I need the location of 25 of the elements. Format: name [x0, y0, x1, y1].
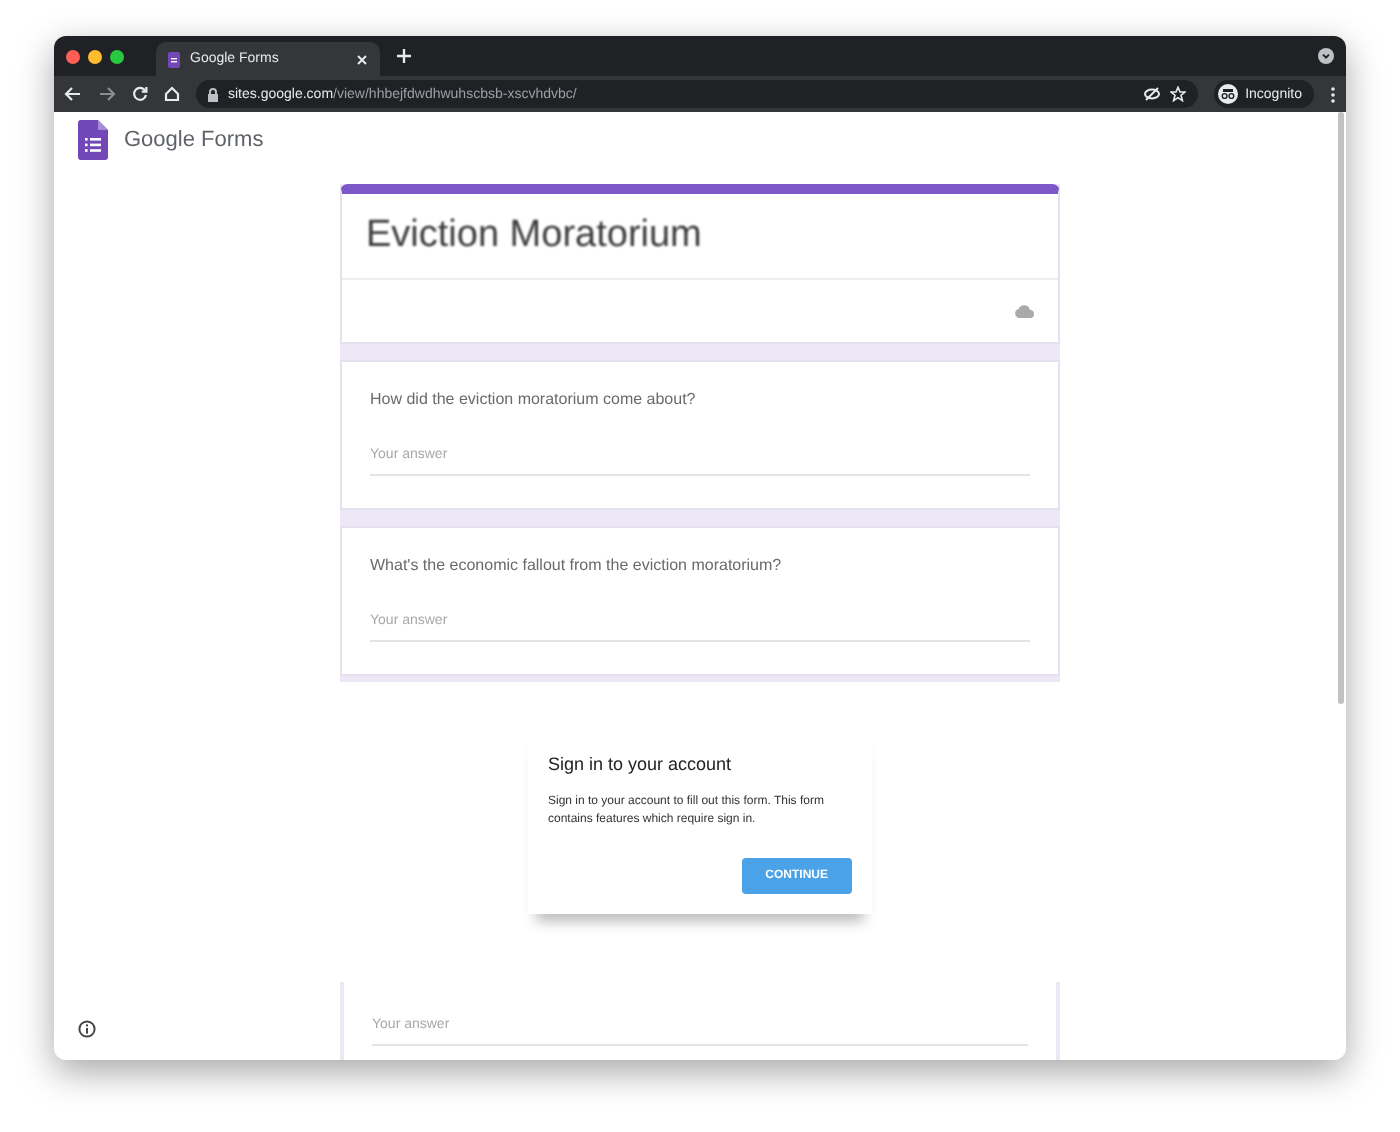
- menu-icon[interactable]: [1330, 85, 1336, 103]
- dialog-title: Sign in to your account: [548, 754, 734, 774]
- scrollbar[interactable]: [1338, 112, 1344, 704]
- cloud-icon: [1014, 304, 1034, 318]
- reload-icon[interactable]: [132, 86, 148, 102]
- app-name: Google Forms: [124, 128, 264, 152]
- forms-logo-icon: [78, 120, 108, 160]
- tab-search-icon[interactable]: [1318, 48, 1334, 64]
- star-icon[interactable]: [1169, 86, 1186, 102]
- lock-icon: [208, 87, 218, 101]
- question-text: What's the economic fallout from the eviction moratorium?: [370, 556, 784, 574]
- maximize-window-button[interactable]: [110, 49, 124, 63]
- info-icon[interactable]: [78, 1020, 96, 1038]
- minimize-window-button[interactable]: [88, 49, 102, 63]
- home-icon[interactable]: [164, 86, 180, 102]
- new-tab-icon[interactable]: [396, 48, 412, 64]
- close-window-button[interactable]: [66, 49, 80, 63]
- question-text: How did the eviction moratorium come about?: [370, 390, 698, 408]
- back-icon[interactable]: [64, 86, 82, 102]
- forward-icon[interactable]: [98, 86, 116, 102]
- form-title: Eviction Moratorium: [364, 212, 704, 260]
- forms-icon: [168, 51, 180, 67]
- eye-slash-icon[interactable]: [1143, 86, 1160, 102]
- close-icon[interactable]: [356, 53, 368, 65]
- incognito-icon: [1217, 84, 1238, 104]
